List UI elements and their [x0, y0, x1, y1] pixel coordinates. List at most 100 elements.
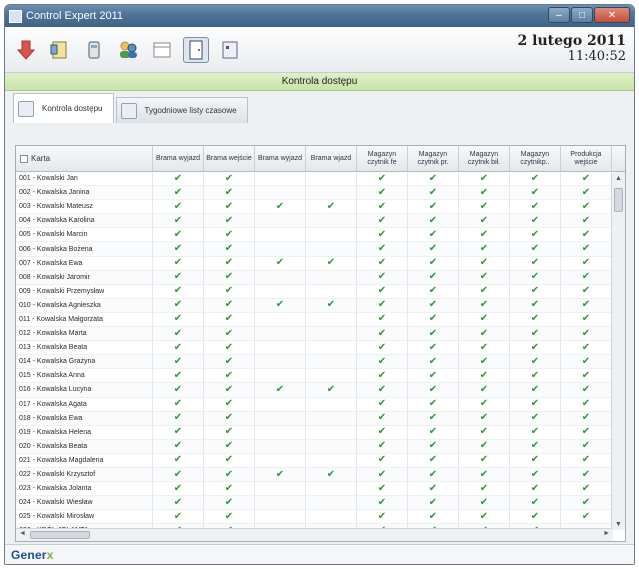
- access-cell[interactable]: ✔: [204, 383, 255, 398]
- access-cell[interactable]: ✔: [306, 467, 357, 483]
- access-cell[interactable]: [255, 312, 306, 328]
- access-cell[interactable]: ✔: [153, 453, 204, 468]
- access-cell[interactable]: [306, 228, 357, 243]
- access-cell[interactable]: ✔: [561, 270, 612, 285]
- access-cell[interactable]: ✔: [357, 383, 408, 398]
- access-cell[interactable]: ✔: [459, 200, 510, 215]
- exit-door-icon[interactable]: [13, 37, 39, 63]
- access-cell[interactable]: ✔: [408, 172, 459, 187]
- access-cell[interactable]: [306, 439, 357, 454]
- access-cell[interactable]: [306, 425, 357, 440]
- access-cell[interactable]: ✔: [357, 284, 408, 299]
- access-cell[interactable]: ✔: [204, 298, 255, 313]
- access-cell[interactable]: ✔: [357, 186, 408, 201]
- access-cell[interactable]: ✔: [408, 467, 459, 483]
- access-cell[interactable]: [306, 214, 357, 229]
- scroll-up-icon[interactable]: ▲: [612, 172, 625, 184]
- access-cell[interactable]: [255, 214, 306, 229]
- access-cell[interactable]: ✔: [459, 312, 510, 328]
- access-cell[interactable]: ✔: [408, 312, 459, 328]
- access-cell[interactable]: ✔: [459, 453, 510, 468]
- access-cell[interactable]: ✔: [408, 439, 459, 454]
- access-cell[interactable]: ✔: [459, 298, 510, 313]
- access-cell[interactable]: ✔: [459, 425, 510, 440]
- access-cell[interactable]: ✔: [459, 327, 510, 342]
- maximize-button[interactable]: □: [571, 7, 593, 23]
- access-cell[interactable]: ✔: [153, 383, 204, 398]
- access-cell[interactable]: ✔: [459, 341, 510, 356]
- access-cell[interactable]: ✔: [153, 496, 204, 511]
- access-cell[interactable]: ✔: [408, 482, 459, 497]
- access-cell[interactable]: ✔: [510, 242, 561, 257]
- access-cell[interactable]: ✔: [153, 341, 204, 356]
- access-cell[interactable]: [306, 312, 357, 328]
- access-cell[interactable]: ✔: [357, 298, 408, 313]
- access-cell[interactable]: [255, 425, 306, 440]
- access-cell[interactable]: ✔: [153, 214, 204, 229]
- access-cell[interactable]: [255, 411, 306, 426]
- access-cell[interactable]: [255, 242, 306, 257]
- access-cell[interactable]: ✔: [459, 496, 510, 511]
- access-cell[interactable]: ✔: [408, 510, 459, 525]
- vertical-scrollbar[interactable]: ▲ ▼: [611, 172, 625, 530]
- access-cell[interactable]: ✔: [357, 228, 408, 243]
- access-cell[interactable]: ✔: [459, 397, 510, 412]
- access-cell[interactable]: ✔: [561, 383, 612, 398]
- access-cell[interactable]: ✔: [357, 355, 408, 370]
- access-cell[interactable]: ✔: [357, 425, 408, 440]
- access-cell[interactable]: ✔: [153, 298, 204, 313]
- access-cell[interactable]: [306, 397, 357, 412]
- access-cell[interactable]: ✔: [204, 482, 255, 497]
- column-header[interactable]: Produkcja wejście: [561, 146, 612, 172]
- access-cell[interactable]: ✔: [510, 186, 561, 201]
- access-cell[interactable]: ✔: [408, 341, 459, 356]
- access-cell[interactable]: [255, 439, 306, 454]
- table-row[interactable]: 013 - Kowalska Beata ✔ ✔ ✔ ✔ ✔ ✔ ✔: [16, 341, 613, 356]
- access-cell[interactable]: [255, 453, 306, 468]
- access-cell[interactable]: ✔: [408, 369, 459, 384]
- table-row[interactable]: 002 - Kowalska Janina ✔ ✔ ✔ ✔ ✔ ✔ ✔: [16, 186, 613, 201]
- access-cell[interactable]: ✔: [408, 214, 459, 229]
- door-icon[interactable]: [183, 36, 209, 63]
- access-cell[interactable]: ✔: [153, 284, 204, 299]
- access-cell[interactable]: ✔: [357, 510, 408, 525]
- access-cell[interactable]: ✔: [204, 172, 255, 187]
- table-row[interactable]: 014 - Kowalska Grażyna ✔ ✔ ✔ ✔ ✔ ✔ ✔: [16, 355, 613, 370]
- access-cell[interactable]: ✔: [561, 510, 612, 525]
- access-cell[interactable]: [255, 482, 306, 497]
- access-cell[interactable]: ✔: [153, 312, 204, 328]
- access-cell[interactable]: ✔: [357, 369, 408, 384]
- access-cell[interactable]: ✔: [408, 284, 459, 299]
- access-cell[interactable]: ✔: [561, 228, 612, 243]
- table-row[interactable]: 024 - Kowalski Wiesław ✔ ✔ ✔ ✔ ✔ ✔ ✔: [16, 496, 613, 511]
- access-cell[interactable]: ✔: [561, 467, 612, 483]
- access-cell[interactable]: ✔: [561, 496, 612, 511]
- access-cell[interactable]: ✔: [510, 312, 561, 328]
- access-cell[interactable]: ✔: [153, 369, 204, 384]
- access-cell[interactable]: ✔: [510, 439, 561, 454]
- access-cell[interactable]: ✔: [153, 355, 204, 370]
- table-row[interactable]: 007 - Kowalska Ewa ✔ ✔ ✔ ✔ ✔ ✔ ✔ ✔ ✔: [16, 256, 613, 271]
- title-bar[interactable]: Control Expert 2011 – □ ✕: [5, 5, 634, 27]
- access-cell[interactable]: [306, 453, 357, 468]
- access-cell[interactable]: ✔: [510, 327, 561, 342]
- access-cell[interactable]: ✔: [306, 298, 357, 313]
- access-cell[interactable]: ✔: [408, 397, 459, 412]
- access-cell[interactable]: ✔: [561, 200, 612, 215]
- access-cell[interactable]: ✔: [357, 327, 408, 342]
- access-cell[interactable]: ✔: [204, 369, 255, 384]
- access-cell[interactable]: ✔: [153, 172, 204, 187]
- access-cell[interactable]: ✔: [255, 467, 306, 483]
- access-cell[interactable]: ✔: [510, 270, 561, 285]
- access-cell[interactable]: ✔: [357, 467, 408, 483]
- table-row[interactable]: 017 - Kowalska Agata ✔ ✔ ✔ ✔ ✔ ✔ ✔: [16, 397, 613, 412]
- access-cell[interactable]: [306, 411, 357, 426]
- table-row[interactable]: 012 - Kowalska Marta ✔ ✔ ✔ ✔ ✔ ✔ ✔: [16, 327, 613, 342]
- access-cell[interactable]: [306, 496, 357, 511]
- access-cell[interactable]: [255, 510, 306, 525]
- access-cell[interactable]: [306, 327, 357, 342]
- access-cell[interactable]: [255, 397, 306, 412]
- access-cell[interactable]: ✔: [204, 496, 255, 511]
- access-cell[interactable]: ✔: [510, 228, 561, 243]
- panel-icon[interactable]: [217, 37, 243, 63]
